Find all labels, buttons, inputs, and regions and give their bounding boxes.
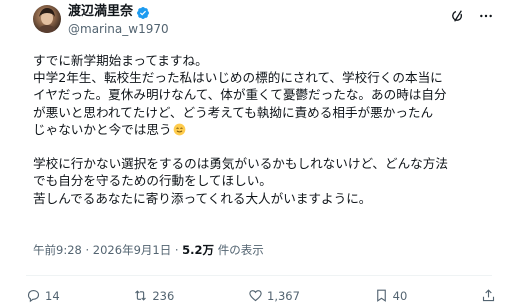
post: 渡辺満里奈 @marina_w1970 すでに新学期始まってますね。 中学2年生… <box>0 0 510 307</box>
author-display-name[interactable]: 渡辺満里奈 <box>68 4 133 20</box>
like-count: 1,367 <box>267 288 300 303</box>
bookmark-count: 40 <box>392 288 408 303</box>
post-line: すでに新学期始まってますね。 <box>33 53 208 68</box>
views-label: 件の表示 <box>217 243 264 257</box>
repost-button[interactable]: 236 <box>133 288 174 303</box>
bookmark-button[interactable]: 40 <box>374 288 408 303</box>
post-line: でも自分を守るための行動をしてほしい。 <box>33 173 272 189</box>
share-button[interactable] <box>481 288 496 303</box>
post-line: が悪いと思われてたけど、どう考えても執拗に責める相手が悪かったん <box>33 104 434 120</box>
repost-count: 236 <box>152 288 175 303</box>
post-date[interactable]: 2026年9月1日 <box>93 243 171 257</box>
views-count: 5.2万 <box>182 243 215 257</box>
meta-separator: · <box>174 243 179 257</box>
more-icon[interactable] <box>478 8 494 24</box>
post-line-with-emoji: じゃないかと今では思う <box>33 121 495 138</box>
bookmark-icon <box>374 288 389 303</box>
top-actions <box>450 8 494 24</box>
reply-icon <box>26 288 41 303</box>
author-name-row: 渡辺満里奈 <box>68 4 150 20</box>
divider <box>26 275 492 276</box>
reply-count: 14 <box>45 288 60 303</box>
meta-separator: · <box>85 243 90 257</box>
like-button[interactable]: 1,367 <box>248 288 300 303</box>
reply-button[interactable]: 14 <box>26 288 60 303</box>
avatar-photo <box>37 8 57 33</box>
share-icon <box>481 288 496 303</box>
smiling-face-emoji-icon <box>173 123 186 136</box>
like-icon <box>248 288 263 303</box>
repost-icon <box>133 288 148 303</box>
post-line: じゃないかと今では思う <box>33 121 172 137</box>
post-line: 中学2年生、転校生だった私はいじめの標的にされて、学校行くの本当に <box>33 70 443 86</box>
avatar[interactable] <box>33 5 61 33</box>
post-time[interactable]: 午前9:28 <box>33 243 82 257</box>
post-line: イヤだった。夏休み明けなんて、体が重くて憂鬱だったな。あの時は自分 <box>33 87 447 103</box>
post-line: 学校に行かない選択をするのは勇気がいるかもしれないけど、どんな方法 <box>33 156 448 172</box>
post-line: 苦しんでるあなたに寄り添ってくれる大人がいますように。 <box>33 190 372 206</box>
action-bar: 14 236 1,367 40 <box>26 288 496 303</box>
grok-icon[interactable] <box>450 8 466 24</box>
author-handle[interactable]: @marina_w1970 <box>68 22 169 36</box>
verified-badge-icon <box>136 5 150 19</box>
post-meta: 午前9:28 · 2026年9月1日 · 5.2万 件の表示 <box>33 243 264 257</box>
post-text: すでに新学期始まってますね。 中学2年生、転校生だった私はいじめの標的にされて、… <box>33 52 495 207</box>
